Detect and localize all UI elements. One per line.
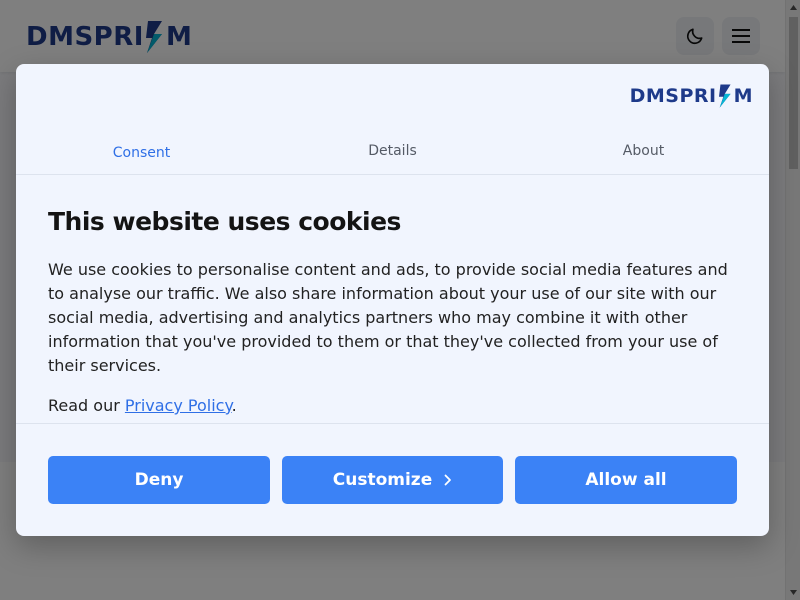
tab-consent[interactable]: Consent [16, 128, 267, 174]
read-our-text: Read our [48, 396, 125, 415]
tab-about[interactable]: About [518, 128, 769, 174]
chevron-right-icon [444, 474, 452, 486]
cookie-consent-dialog: DMSPRI M Consent Details About This webs… [16, 64, 769, 536]
cookie-description: We use cookies to personalise content an… [48, 260, 728, 375]
dialog-logo: DMSPRI M [630, 82, 753, 110]
dialog-body: This website uses cookies We use cookies… [48, 204, 738, 418]
tab-details[interactable]: Details [267, 128, 518, 174]
dialog-title: This website uses cookies [48, 207, 401, 236]
customize-button[interactable]: Customize [282, 456, 503, 504]
dialog-tabs: Consent Details About [16, 128, 769, 175]
footer-divider [16, 423, 769, 424]
allow-all-button[interactable]: Allow all [515, 456, 737, 504]
allow-all-button-label: Allow all [585, 470, 667, 490]
logo-bolt-icon [718, 84, 731, 108]
privacy-line: Read our Privacy Policy. [48, 394, 738, 418]
dialog-logo-text: DMSPRI [629, 85, 717, 107]
privacy-period: . [231, 396, 237, 415]
deny-button-label: Deny [134, 470, 184, 490]
deny-button[interactable]: Deny [48, 456, 270, 504]
customize-button-label: Customize [332, 470, 433, 490]
privacy-policy-link[interactable]: Privacy Policy [125, 396, 232, 415]
dialog-logo-text-end: M [733, 85, 753, 107]
